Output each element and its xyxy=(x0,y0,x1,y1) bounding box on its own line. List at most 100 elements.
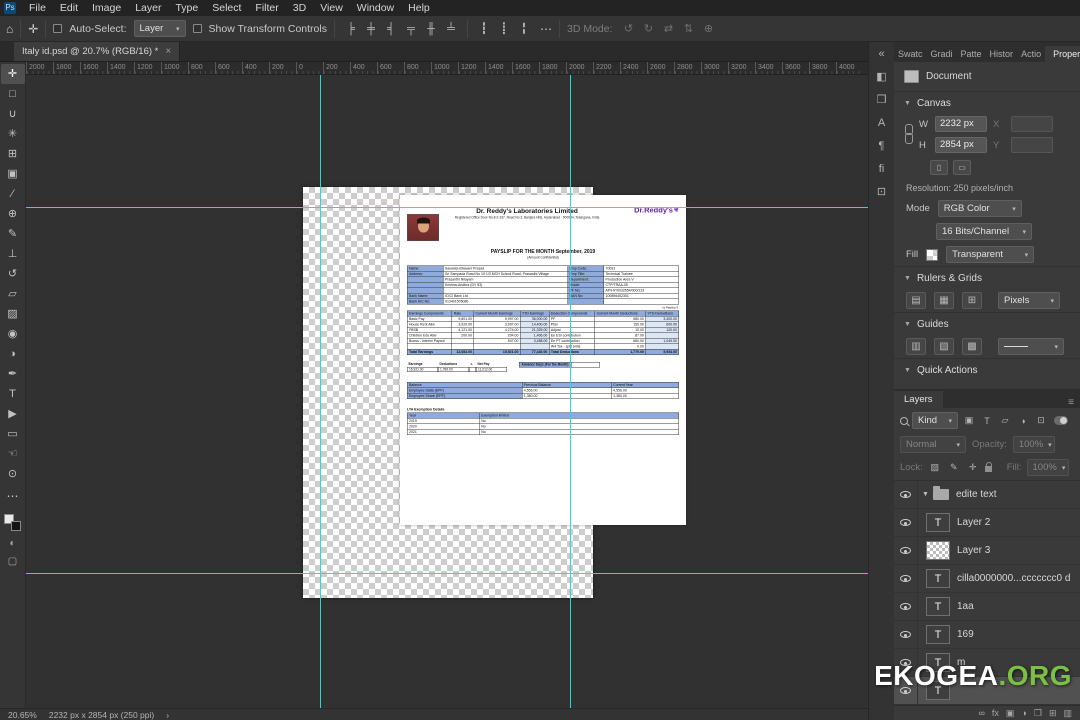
x-field[interactable] xyxy=(1011,116,1053,132)
panel-tab[interactable]: Histor xyxy=(986,46,1018,62)
brush-tool[interactable]: ✎ xyxy=(1,224,25,244)
layer-row[interactable]: ▼ 1aa xyxy=(894,593,1080,621)
lock-all-icon[interactable] xyxy=(984,462,992,472)
quick-mask-icon[interactable]: ◐ xyxy=(9,538,15,549)
ruler-units-dropdown[interactable]: Pixels xyxy=(998,292,1060,309)
lock-guides-icon[interactable]: ▧ xyxy=(934,338,954,355)
collapse-panels-icon[interactable]: « xyxy=(871,44,893,64)
filter-smart-objects-icon[interactable]: ⊡ xyxy=(1034,414,1048,428)
layer-row[interactable]: ▼ Layer 3 xyxy=(894,537,1080,565)
lock-position-icon[interactable]: ✛ xyxy=(966,461,980,475)
canvas-fill-dropdown[interactable]: Transparent xyxy=(946,246,1035,263)
spot-healing-brush-tool[interactable]: ⊕ xyxy=(1,204,25,224)
rectangle-tool[interactable]: ▭ xyxy=(1,424,25,444)
background-color-swatch[interactable] xyxy=(11,521,21,531)
blend-mode-dropdown[interactable]: Normal xyxy=(900,436,966,453)
menu-item[interactable]: Window xyxy=(350,0,401,16)
landscape-orientation-icon[interactable]: ▭ xyxy=(953,160,971,175)
toggle-rulers-icon[interactable]: ▤ xyxy=(906,292,926,309)
layer-group-icon[interactable]: ❒ xyxy=(1034,707,1042,720)
align-horizontal-centers-icon[interactable]: ╪ xyxy=(362,20,380,38)
clear-guides-icon[interactable]: ▩ xyxy=(962,338,982,355)
align-bottom-edges-icon[interactable]: ╧ xyxy=(442,20,460,38)
quick-selection-tool[interactable]: ✳ xyxy=(1,124,25,144)
hand-tool[interactable]: ☜ xyxy=(1,444,25,464)
menu-item[interactable]: View xyxy=(313,0,350,16)
3d-drag-icon[interactable]: ⇄ xyxy=(660,20,678,38)
layer-visibility-toggle[interactable] xyxy=(894,621,918,648)
menu-item[interactable]: Filter xyxy=(248,0,285,16)
paragraph-panel-icon[interactable]: ¶ xyxy=(871,136,893,156)
3d-scale-icon[interactable]: ⊕ xyxy=(700,20,718,38)
menu-item[interactable]: 3D xyxy=(286,0,313,16)
filter-adjustment-layers-icon[interactable]: ◑ xyxy=(1016,414,1030,428)
layer-row[interactable]: ▼ edite text xyxy=(894,481,1080,509)
adjustments-panel-icon[interactable]: ◧ xyxy=(871,67,893,87)
guide-horizontal-1[interactable] xyxy=(26,207,868,208)
document-tab[interactable]: Italy id.psd @ 20.7% (RGB/16) * × xyxy=(14,41,181,61)
move-tool[interactable]: ✛ xyxy=(0,64,25,84)
edit-toolbar-icon[interactable]: ⋯ xyxy=(7,486,19,506)
menu-item[interactable]: File xyxy=(22,0,53,16)
guide-vertical-2[interactable] xyxy=(570,75,571,708)
show-transform-checkbox[interactable] xyxy=(192,24,202,33)
history-brush-tool[interactable]: ↺ xyxy=(1,264,25,284)
menu-item[interactable]: Help xyxy=(401,0,437,16)
canvas-area[interactable]: Dr. Reddy's Laboratories Limited Registe… xyxy=(26,75,868,708)
layer-visibility-toggle[interactable] xyxy=(894,593,918,620)
width-field[interactable]: 2232 px xyxy=(935,116,987,132)
adjustment-layer-icon[interactable]: ◑ xyxy=(1021,707,1026,720)
section-rulers-grids[interactable]: ▼ Rulers & Grids xyxy=(894,266,1080,289)
align-vertical-centers-icon[interactable]: ╫ xyxy=(422,20,440,38)
tab-properties[interactable]: Properties xyxy=(1045,46,1080,62)
link-layers-icon[interactable]: ∞ xyxy=(978,707,984,720)
section-guides[interactable]: ▼ Guides xyxy=(894,312,1080,335)
tab-close-icon[interactable]: × xyxy=(165,46,171,57)
frame-tool[interactable]: ▣ xyxy=(1,164,25,184)
section-canvas[interactable]: ▼ Canvas xyxy=(894,91,1080,114)
type-tool[interactable]: T xyxy=(1,384,25,404)
panel-tab[interactable]: Gradi xyxy=(927,46,957,62)
menu-item[interactable]: Layer xyxy=(128,0,168,16)
align-top-edges-icon[interactable]: ╤ xyxy=(402,20,420,38)
auto-select-dropdown[interactable]: Layer xyxy=(133,20,186,37)
libraries-panel-icon[interactable]: ❒ xyxy=(871,90,893,110)
layer-effects-icon[interactable]: fx xyxy=(992,707,999,720)
distribute-spacing-icon[interactable]: ╏ xyxy=(515,20,533,38)
panel-tab[interactable]: Swatc xyxy=(894,46,927,62)
screen-mode-icon[interactable]: ▢ xyxy=(8,556,17,567)
character-panel-icon[interactable]: A xyxy=(871,113,893,133)
layer-row[interactable]: ▼ 169 xyxy=(894,621,1080,649)
rectangular-marquee-tool[interactable]: □ xyxy=(1,84,25,104)
layer-visibility-toggle[interactable] xyxy=(894,565,918,592)
eraser-tool[interactable]: ▱ xyxy=(1,284,25,304)
zoom-level[interactable]: 20.65% xyxy=(8,710,37,720)
menu-item[interactable]: Edit xyxy=(53,0,85,16)
section-quick-actions[interactable]: ▼ Quick Actions xyxy=(894,358,1080,381)
layer-mask-icon[interactable]: ▣ xyxy=(1006,707,1015,720)
layer-filter-kind-dropdown[interactable]: Kind xyxy=(912,412,958,429)
align-right-edges-icon[interactable]: ╡ xyxy=(382,20,400,38)
layer-row[interactable]: ▼ cilla0000000...ccccccc0 d xyxy=(894,565,1080,593)
path-selection-tool[interactable]: ▶ xyxy=(1,404,25,424)
filter-toggle-switch[interactable] xyxy=(1054,416,1068,425)
horizontal-ruler[interactable]: 2000 1800 1600 1400 1200 1000 800 600 400 200 0 200… xyxy=(26,62,868,75)
panel-menu-icon[interactable]: ≡ xyxy=(1068,397,1080,408)
distribute-vertically-icon[interactable]: ┋ xyxy=(495,20,513,38)
glyphs-panel-icon[interactable]: ﬁ xyxy=(871,159,893,179)
more-options-icon[interactable]: ⋯ xyxy=(540,19,552,39)
auto-select-checkbox[interactable] xyxy=(53,24,63,33)
delete-layer-icon[interactable]: ▥ xyxy=(1063,707,1072,720)
zoom-tool[interactable]: ⊙ xyxy=(1,464,25,484)
tab-layers[interactable]: Layers xyxy=(894,391,943,408)
status-expand-icon[interactable]: › xyxy=(166,710,169,720)
lock-pixels-icon[interactable]: ✎ xyxy=(947,461,961,475)
clone-source-panel-icon[interactable]: ⊡ xyxy=(871,182,893,202)
distribute-horizontally-icon[interactable]: ┇ xyxy=(475,20,493,38)
link-dimensions-icon[interactable] xyxy=(904,124,913,144)
3d-roll-icon[interactable]: ↻ xyxy=(640,20,658,38)
payslip-layer[interactable]: Dr. Reddy's Laboratories Limited Registe… xyxy=(400,195,686,525)
color-mode-dropdown[interactable]: RGB Color xyxy=(937,200,1022,217)
menu-item[interactable]: Type xyxy=(168,0,205,16)
align-left-edges-icon[interactable]: ╞ xyxy=(342,20,360,38)
